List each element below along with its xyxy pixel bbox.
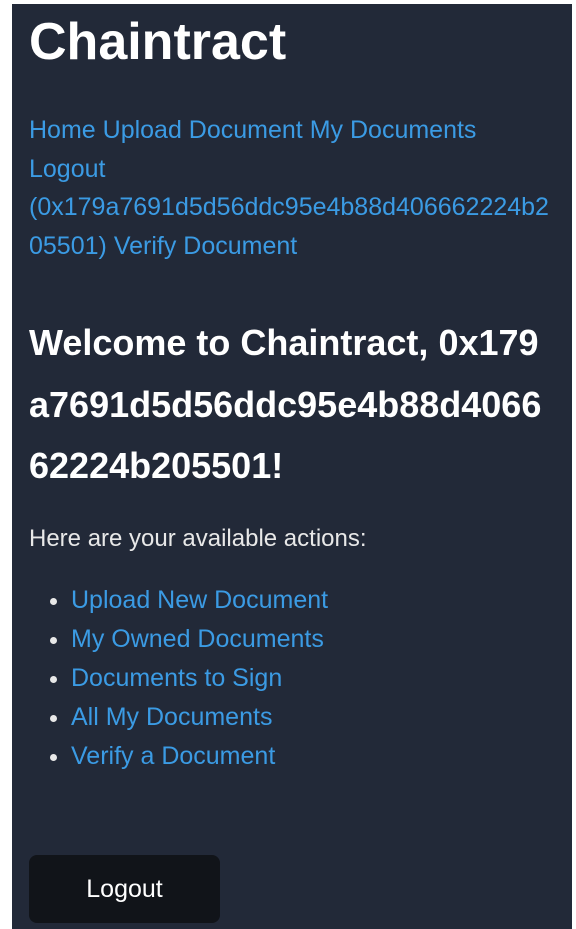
verify-a-document-link[interactable]: Verify a Document <box>71 742 275 770</box>
actions-intro: Here are your available actions: <box>29 524 367 552</box>
nav-logout-label: Logout <box>29 154 106 183</box>
top-nav: Home Upload Document My Documents Logout… <box>29 111 554 265</box>
my-owned-documents-link[interactable]: My Owned Documents <box>71 625 324 653</box>
upload-new-document-link[interactable]: Upload New Document <box>71 586 328 614</box>
actions-list: Upload New Document My Owned Documents D… <box>29 581 554 776</box>
logout-button[interactable]: Logout <box>29 855 220 923</box>
list-item: All My Documents <box>50 698 554 737</box>
welcome-suffix: ! <box>271 445 284 486</box>
nav-verify-document-link[interactable]: Verify Document <box>114 232 297 260</box>
welcome-heading: Welcome to Chaintract, 0x179a7691d5d56dd… <box>29 312 554 497</box>
documents-to-sign-link[interactable]: Documents to Sign <box>71 664 282 692</box>
list-item: Verify a Document <box>50 737 554 776</box>
app-title: Chaintract <box>29 13 287 71</box>
nav-home-link[interactable]: Home <box>29 116 96 144</box>
welcome-prefix: Welcome to Chaintract, <box>29 322 429 363</box>
all-my-documents-link[interactable]: All My Documents <box>71 703 272 731</box>
list-item: My Owned Documents <box>50 620 554 659</box>
nav-upload-document-link[interactable]: Upload Document <box>103 116 303 144</box>
list-item: Documents to Sign <box>50 659 554 698</box>
app-frame: Chaintract Home Upload Document My Docum… <box>12 4 572 929</box>
list-item: Upload New Document <box>50 581 554 620</box>
nav-my-documents-link[interactable]: My Documents <box>310 116 477 144</box>
